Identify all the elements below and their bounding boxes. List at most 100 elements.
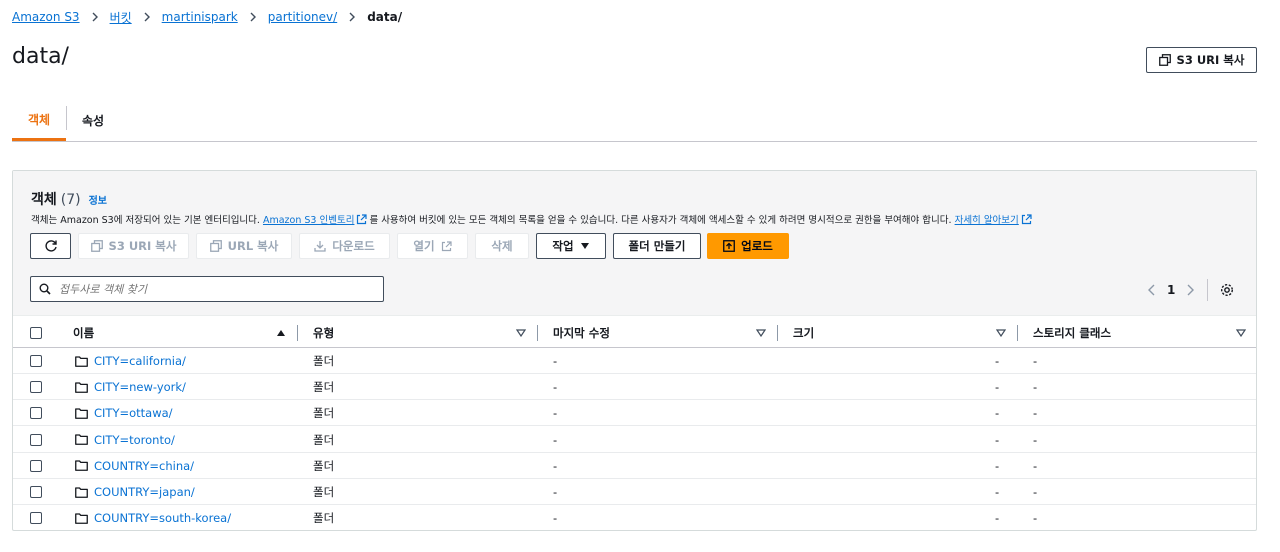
object-name-cell[interactable]: COUNTRY=south-korea/	[75, 505, 231, 531]
object-name-link[interactable]: COUNTRY=china/	[94, 459, 194, 473]
object-name-cell[interactable]: CITY=toronto/	[75, 427, 175, 453]
col-size-header[interactable]: 크기	[793, 317, 814, 348]
object-storage-class: -	[1033, 485, 1038, 499]
panel-title-text: 객체	[31, 192, 57, 208]
upload-button[interactable]: 업로드	[707, 233, 789, 259]
sort-icon[interactable]	[516, 329, 526, 337]
table-row[interactable]: CITY=toronto/폴더 - - -	[13, 427, 1256, 453]
col-storage-header[interactable]: 스토리지 클래스	[1033, 317, 1111, 348]
chevron-right-icon[interactable]	[1185, 284, 1195, 296]
create-folder-button[interactable]: 폴더 만들기	[613, 233, 701, 259]
object-name-cell[interactable]: COUNTRY=china/	[75, 453, 194, 479]
object-name-cell[interactable]: CITY=california/	[75, 348, 186, 374]
inventory-link[interactable]: Amazon S3 인벤토리	[263, 215, 354, 226]
object-size: -	[995, 354, 1000, 368]
sort-ascending-icon[interactable]	[276, 329, 286, 337]
column-divider[interactable]	[777, 325, 778, 341]
column-divider[interactable]	[1017, 325, 1018, 341]
actions-label: 작업	[552, 239, 574, 253]
column-divider[interactable]	[537, 325, 538, 341]
object-modified: -	[553, 458, 558, 473]
tab-properties-label: 속성	[81, 114, 105, 128]
breadcrumb-prefix[interactable]: partitionev/	[268, 10, 337, 24]
object-modified: -	[553, 380, 558, 395]
copy-icon	[209, 240, 222, 252]
table-row[interactable]: COUNTRY=japan/폴더 - - -	[13, 479, 1256, 505]
object-type: 폴더	[313, 432, 335, 447]
row-checkbox[interactable]	[30, 433, 42, 446]
table-row[interactable]: CITY=ottawa/폴더 - - -	[13, 400, 1256, 427]
object-name-link[interactable]: CITY=toronto/	[94, 433, 175, 447]
copy-url-button[interactable]: URL 복사	[196, 233, 292, 259]
object-count: (7)	[60, 192, 81, 208]
object-modified: -	[553, 354, 558, 368]
object-name-link[interactable]: CITY=california/	[94, 354, 186, 368]
row-checkbox[interactable]	[30, 512, 42, 525]
folder-icon	[75, 460, 88, 472]
row-checkbox-cell	[30, 374, 42, 400]
search-box[interactable]	[30, 276, 384, 302]
breadcrumb-buckets[interactable]: 버킷	[110, 9, 132, 26]
sort-icon[interactable]	[996, 329, 1006, 337]
actions-dropdown[interactable]: 작업	[536, 233, 606, 259]
row-checkbox[interactable]	[30, 486, 42, 498]
object-name-link[interactable]: CITY=new-york/	[94, 380, 186, 394]
col-modified-header[interactable]: 마지막 수정	[553, 317, 610, 348]
table-row[interactable]: COUNTRY=south-korea/폴더 - - -	[13, 505, 1256, 531]
download-icon	[314, 241, 326, 252]
tab-objects[interactable]: 객체	[12, 100, 66, 141]
table-row[interactable]: CITY=california/폴더 - - -	[13, 348, 1256, 374]
folder-icon	[75, 408, 88, 419]
download-button[interactable]: 다운로드	[299, 233, 390, 259]
column-divider[interactable]	[297, 325, 298, 341]
copy-s3-uri-button[interactable]: S3 URI 복사	[1146, 47, 1257, 73]
learn-more-link[interactable]: 자세히 알아보기	[955, 215, 1019, 226]
object-name-cell[interactable]: CITY=ottawa/	[75, 400, 173, 426]
table-row[interactable]: COUNTRY=china/폴더 - - -	[13, 453, 1256, 479]
external-link-icon	[357, 214, 368, 225]
breadcrumb-bucket[interactable]: martinispark	[162, 10, 238, 24]
object-modified: -	[553, 406, 558, 421]
object-name-link[interactable]: COUNTRY=south-korea/	[94, 511, 231, 525]
row-checkbox[interactable]	[30, 355, 42, 367]
info-link[interactable]: 정보	[89, 192, 107, 207]
search-input[interactable]	[59, 282, 359, 296]
table-row[interactable]: CITY=new-york/폴더 - - -	[13, 374, 1256, 401]
col-storage-label: 스토리지 클래스	[1033, 325, 1112, 340]
folder-icon	[75, 434, 88, 445]
breadcrumb-amazon-s3[interactable]: Amazon S3	[12, 10, 80, 24]
object-type: 폴더	[313, 458, 335, 473]
object-type: 폴더	[313, 406, 335, 421]
row-checkbox-cell	[30, 479, 42, 505]
object-name-cell[interactable]: CITY=new-york/	[75, 374, 186, 400]
object-size: -	[995, 432, 1000, 447]
tab-properties[interactable]: 속성	[68, 100, 118, 141]
sort-icon[interactable]	[1236, 329, 1246, 337]
open-button[interactable]: 열기	[397, 233, 468, 259]
tab-divider	[66, 106, 67, 130]
object-type: 폴더	[313, 485, 335, 499]
delete-button[interactable]: 삭제	[475, 233, 529, 259]
gear-icon[interactable]	[1220, 283, 1234, 297]
row-checkbox[interactable]	[30, 407, 42, 420]
chevron-left-icon[interactable]	[1147, 284, 1157, 296]
object-name-link[interactable]: CITY=ottawa/	[94, 406, 173, 420]
copy-s3-uri-toolbar-button[interactable]: S3 URI 복사	[78, 233, 189, 259]
col-name-label: 이름	[73, 325, 95, 340]
page-number[interactable]: 1	[1167, 283, 1175, 297]
row-checkbox[interactable]	[30, 459, 42, 472]
col-type-header[interactable]: 유형	[313, 317, 334, 348]
select-all-checkbox[interactable]	[30, 326, 42, 339]
desc-text-1: 객체는 Amazon S3에 저장되어 있는 기본 엔터티입니다.	[31, 215, 260, 226]
row-checkbox[interactable]	[30, 381, 42, 394]
objects-panel: 객체 (7) 정보 객체는 Amazon S3에 저장되어 있는 기본 엔터티입…	[12, 170, 1257, 531]
caret-down-icon	[580, 243, 589, 249]
copy-icon	[1158, 54, 1171, 66]
sort-icon[interactable]	[756, 329, 766, 337]
breadcrumb: Amazon S3 버킷 martinispark partitionev/ d…	[12, 8, 402, 26]
external-link-icon	[441, 240, 452, 251]
object-name-link[interactable]: COUNTRY=japan/	[94, 485, 195, 499]
refresh-button[interactable]	[30, 233, 71, 259]
object-name-cell[interactable]: COUNTRY=japan/	[75, 479, 195, 505]
col-name-header[interactable]: 이름	[73, 317, 94, 348]
